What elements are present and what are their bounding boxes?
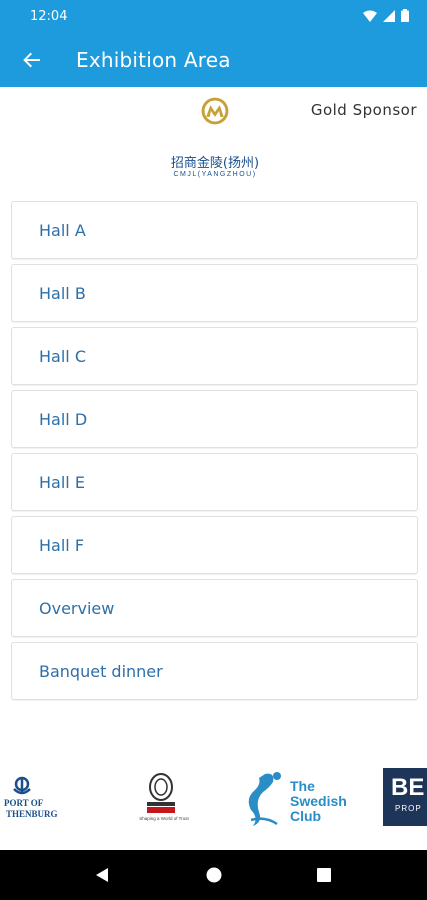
hall-item-b[interactable]: Hall B xyxy=(11,264,418,322)
hall-item-label: Hall E xyxy=(39,472,85,492)
hall-item-d[interactable]: Hall D xyxy=(11,390,418,448)
hall-item-label: Overview xyxy=(39,598,115,618)
hall-item-label: Hall C xyxy=(39,346,86,366)
nav-recents-button[interactable] xyxy=(313,864,335,886)
back-button[interactable] xyxy=(18,46,46,74)
status-bar: 12:04 xyxy=(0,0,427,33)
hall-item-c[interactable]: Hall C xyxy=(11,327,418,385)
swedish-line1: The xyxy=(290,778,315,794)
square-recents-icon xyxy=(317,868,331,882)
circle-home-icon xyxy=(206,867,222,883)
hall-item-label: Hall D xyxy=(39,409,88,429)
swedish-line3: Club xyxy=(290,808,322,824)
app-bar: Exhibition Area xyxy=(0,33,427,87)
sponsor-name-cn: 招商金陵(扬州) xyxy=(170,156,260,171)
hall-item-label: Hall A xyxy=(39,220,86,240)
sponsor-label: Gold Sponsor xyxy=(310,101,417,119)
be-sub: PROP xyxy=(395,804,422,813)
bv-tagline: Shaping a World of Trust xyxy=(139,816,189,821)
mermaid-icon xyxy=(248,772,281,826)
page-title: Exhibition Area xyxy=(76,48,231,72)
swedish-line2: Swedish xyxy=(290,793,347,809)
status-icons xyxy=(363,9,409,22)
battery-icon xyxy=(401,9,409,22)
bureau-veritas-icon xyxy=(147,773,175,813)
hall-item-label: Hall B xyxy=(39,283,86,303)
nav-back-button[interactable] xyxy=(91,864,113,886)
port-of-gothenburg-logo[interactable]: PORT OF THENBURG xyxy=(0,760,70,830)
arrow-left-icon xyxy=(23,52,40,68)
system-nav-bar xyxy=(0,850,427,900)
triangle-back-icon xyxy=(96,868,108,882)
nav-home-button[interactable] xyxy=(203,864,225,886)
hall-list: Hall A Hall B Hall C Hall D Hall E Hall … xyxy=(11,201,418,705)
wifi-icon xyxy=(363,10,377,22)
status-time: 12:04 xyxy=(30,9,68,24)
bureau-veritas-logo[interactable]: Shaping a World of Trust xyxy=(122,760,200,830)
hall-item-e[interactable]: Hall E xyxy=(11,453,418,511)
hall-item-f[interactable]: Hall F xyxy=(11,516,418,574)
hall-item-a[interactable]: Hall A xyxy=(11,201,418,259)
banquet-dinner-item[interactable]: Banquet dinner xyxy=(11,642,418,700)
partner-logos: PORT OF THENBURG Shaping a World of Trus… xyxy=(0,760,427,840)
hall-item-label: Hall F xyxy=(39,535,85,555)
overview-item[interactable]: Overview xyxy=(11,579,418,637)
be-properties-logo[interactable]: BE PROP xyxy=(383,768,427,838)
port-line1: PORT OF xyxy=(4,798,44,808)
sponsor-logo xyxy=(201,97,229,125)
sponsor-banner[interactable]: 招商金陵(扬州) CMJL(YANGZHOU) Gold Sponsor xyxy=(0,87,427,197)
port-line2: THENBURG xyxy=(6,809,58,819)
sponsor-name-en: CMJL(YANGZHOU) xyxy=(173,171,257,178)
swedish-club-logo[interactable]: The Swedish Club xyxy=(243,760,353,830)
be-text: BE xyxy=(391,774,425,801)
hall-item-label: Banquet dinner xyxy=(39,661,163,681)
signal-icon xyxy=(383,9,395,22)
